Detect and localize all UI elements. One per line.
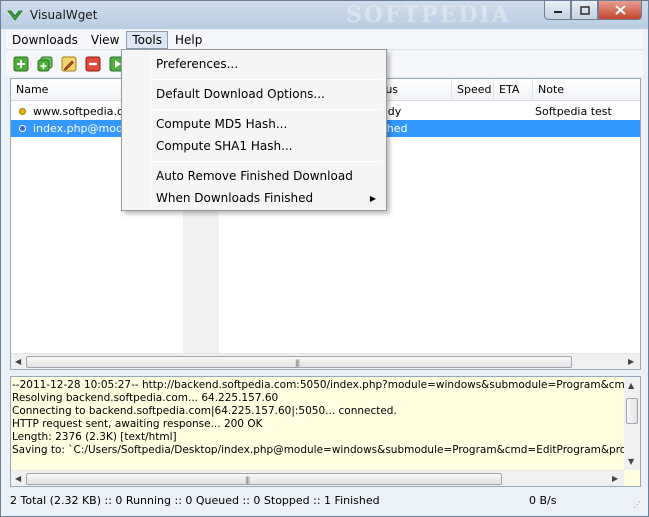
remove-icon bbox=[85, 56, 101, 71]
log-output[interactable]: --2011-12-28 10:05:27-- http://backend.s… bbox=[10, 376, 641, 487]
menu-help[interactable]: Help bbox=[169, 31, 208, 49]
grip-icon: ||| bbox=[295, 359, 300, 367]
download-status: ady bbox=[381, 105, 402, 118]
edit-download-button[interactable] bbox=[59, 54, 79, 74]
menu-separator bbox=[152, 161, 382, 162]
log-line: Length: 2376 (2.3K) [text/html] bbox=[12, 431, 177, 443]
log-vertical-scrollbar[interactable]: ▲ ▼ bbox=[624, 377, 640, 470]
menu-tools[interactable]: Tools bbox=[126, 30, 168, 49]
status-summary: 2 Total (2.32 KB) :: 0 Running :: 0 Queu… bbox=[10, 494, 380, 507]
menu-item-compute-md5[interactable]: Compute MD5 Hash... bbox=[156, 117, 287, 131]
window-controls bbox=[544, 1, 642, 21]
maximize-icon bbox=[579, 5, 590, 15]
column-header-speed[interactable]: Speed bbox=[452, 79, 494, 101]
menu-item-auto-remove-finished[interactable]: Auto Remove Finished Download bbox=[156, 169, 353, 183]
column-header-status[interactable]: tus bbox=[376, 79, 452, 101]
menu-item-default-download-options[interactable]: Default Download Options... bbox=[156, 87, 325, 101]
scrollbar-thumb[interactable]: ||| bbox=[26, 356, 572, 368]
log-line: Connecting to backend.softpedia.com|64.2… bbox=[12, 405, 397, 417]
close-icon bbox=[614, 5, 626, 15]
resize-grip-icon[interactable]: ⋰ bbox=[633, 500, 641, 509]
tools-menu-dropdown: Preferences... Default Download Options.… bbox=[121, 49, 387, 211]
menu-item-preferences[interactable]: Preferences... bbox=[156, 57, 238, 71]
finished-status-icon bbox=[19, 125, 26, 132]
pending-status-icon bbox=[19, 108, 26, 115]
scroll-right-icon[interactable]: ▶ bbox=[612, 474, 620, 484]
menu-downloads[interactable]: Downloads bbox=[6, 31, 84, 49]
menu-item-when-downloads-finished[interactable]: When Downloads Finished bbox=[156, 191, 313, 205]
log-horizontal-scrollbar[interactable]: ◀ ||| ▶ bbox=[11, 470, 624, 486]
status-bar: 2 Total (2.32 KB) :: 0 Running :: 0 Queu… bbox=[6, 491, 643, 511]
visualwget-window: SOFTPEDIA VisualWget Downloads View Tool… bbox=[0, 0, 649, 517]
log-line: Saving to: `C:/Users/Softpedia/Desktop/i… bbox=[12, 444, 641, 456]
menu-separator bbox=[152, 79, 382, 80]
menu-view[interactable]: View bbox=[85, 31, 125, 49]
log-line: HTTP request sent, awaiting response... … bbox=[12, 418, 263, 430]
new-download-button[interactable] bbox=[11, 54, 31, 74]
menu-bar: Downloads View Tools Help bbox=[6, 30, 643, 50]
add-multiple-icon bbox=[37, 56, 53, 71]
batch-download-button[interactable] bbox=[35, 54, 55, 74]
minimize-button[interactable] bbox=[544, 1, 571, 20]
scroll-left-icon[interactable]: ◀ bbox=[15, 357, 23, 367]
column-header-eta[interactable]: ETA bbox=[494, 79, 533, 101]
title-bar: SOFTPEDIA VisualWget bbox=[1, 1, 648, 29]
minimize-icon bbox=[553, 11, 562, 13]
list-horizontal-scrollbar[interactable]: ◀ ||| ▶ bbox=[11, 353, 640, 369]
visualwget-app-icon bbox=[7, 10, 23, 21]
add-icon bbox=[13, 56, 29, 71]
download-status: shed bbox=[381, 122, 408, 135]
submenu-arrow-icon: ▶ bbox=[369, 194, 376, 203]
softpedia-watermark: SOFTPEDIA bbox=[346, 2, 511, 28]
column-header-note[interactable]: Note bbox=[533, 79, 640, 101]
scrollbar-thumb[interactable]: ||| bbox=[26, 473, 502, 485]
grip-icon: ||| bbox=[245, 476, 250, 484]
edit-pencil-icon bbox=[61, 56, 77, 71]
close-button[interactable] bbox=[598, 1, 642, 20]
log-line: --2011-12-28 10:05:27-- http://backend.s… bbox=[12, 379, 641, 391]
download-rate: 0 B/s bbox=[529, 494, 557, 507]
scroll-right-icon[interactable]: ▶ bbox=[628, 357, 636, 367]
scroll-up-icon[interactable]: ▲ bbox=[628, 381, 634, 390]
maximize-button[interactable] bbox=[571, 1, 598, 20]
scroll-down-icon[interactable]: ▼ bbox=[628, 457, 634, 466]
menu-item-compute-sha1[interactable]: Compute SHA1 Hash... bbox=[156, 139, 293, 153]
scroll-left-icon[interactable]: ◀ bbox=[15, 474, 23, 484]
log-line: Resolving backend.softpedia.com... 64.22… bbox=[12, 392, 279, 404]
download-note: Softpedia test bbox=[535, 105, 612, 118]
menu-icon-gutter bbox=[150, 52, 151, 208]
remove-download-button[interactable] bbox=[83, 54, 103, 74]
window-title: VisualWget bbox=[30, 8, 98, 22]
menu-separator bbox=[152, 109, 382, 110]
scrollbar-thumb[interactable] bbox=[626, 398, 638, 424]
